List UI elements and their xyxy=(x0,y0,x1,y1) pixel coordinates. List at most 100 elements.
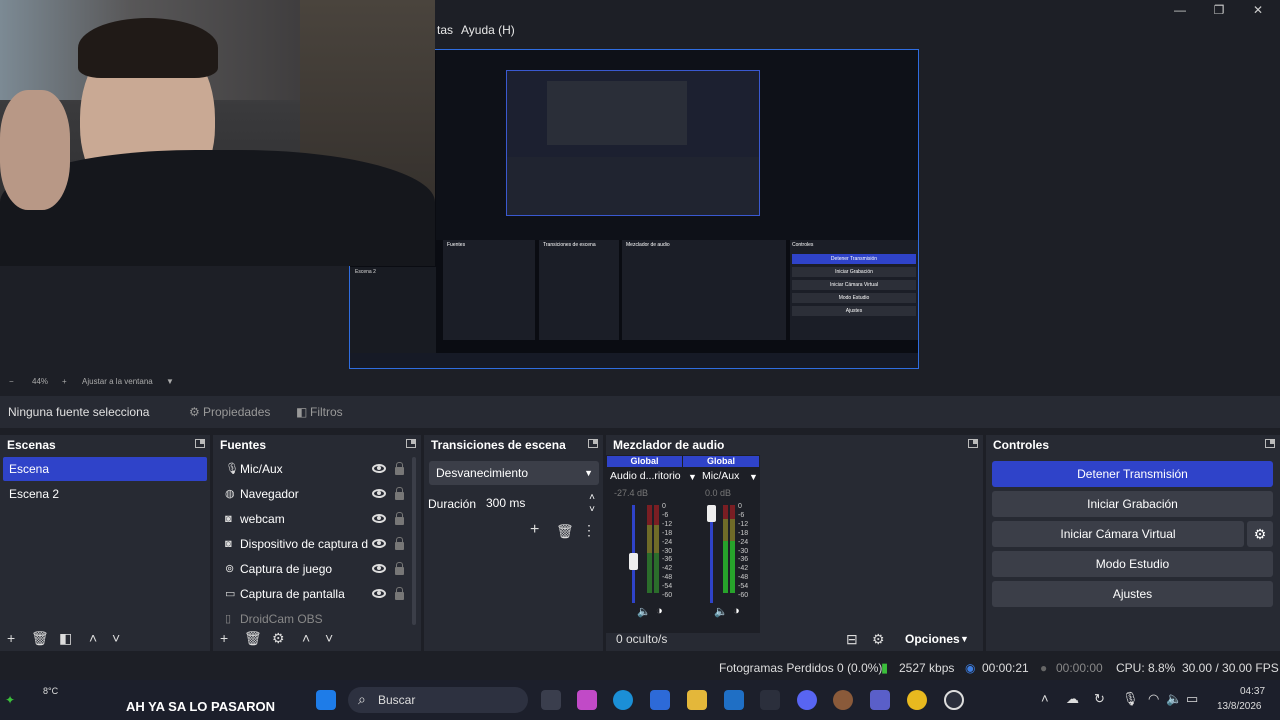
lock-icon[interactable] xyxy=(395,537,404,550)
chevron-down-icon[interactable]: ˅ xyxy=(589,498,595,522)
trash-icon[interactable]: 🗑 xyxy=(31,631,49,645)
start-recording-button[interactable]: Iniciar Grabación xyxy=(992,491,1273,517)
undock-icon[interactable] xyxy=(588,439,598,448)
scrollbar[interactable] xyxy=(412,457,416,625)
copilot-icon[interactable] xyxy=(577,690,597,710)
add-icon[interactable]: + xyxy=(220,631,228,645)
chevron-down-icon[interactable]: ▼ xyxy=(749,472,758,482)
outlook-icon[interactable] xyxy=(724,690,744,710)
undock-icon[interactable] xyxy=(1265,439,1275,448)
wifi-icon[interactable]: ◠ xyxy=(1148,691,1159,707)
chevron-up-icon[interactable]: ˄ xyxy=(302,631,310,645)
lock-icon[interactable] xyxy=(395,587,404,600)
chevron-up-icon[interactable]: ˄ xyxy=(89,631,97,645)
news-headline[interactable]: AH YA SA LO PASARON xyxy=(126,699,275,714)
discord-icon[interactable] xyxy=(797,690,817,710)
clock-date[interactable]: 13/8/2026 xyxy=(1217,701,1262,712)
speaker-icon[interactable]: 🔈 xyxy=(637,605,651,618)
teams-icon[interactable] xyxy=(870,690,890,710)
nested-control-button: Iniciar Grabación xyxy=(792,267,916,277)
source-item[interactable]: ▯ DroidCam OBS xyxy=(220,607,410,625)
chevron-down-icon[interactable]: ˅ xyxy=(112,631,120,645)
edge-icon[interactable] xyxy=(613,690,633,710)
channel-name[interactable]: Audio d...ritorio xyxy=(610,470,681,482)
source-item[interactable]: ◙ webcam xyxy=(220,507,410,531)
source-item[interactable]: ◙ Dispositivo de captura d xyxy=(220,532,410,556)
filter-icon[interactable]: ◧ xyxy=(59,631,72,645)
task-view-icon[interactable] xyxy=(541,690,561,710)
source-item[interactable]: 🎙 Mic/Aux xyxy=(220,457,410,481)
volume-slider-handle[interactable] xyxy=(707,505,716,522)
duration-input[interactable]: 300 ms ˄ ˅ xyxy=(481,491,598,515)
eye-icon[interactable] xyxy=(372,564,386,573)
fit-to-window[interactable]: Ajustar a la ventana xyxy=(82,377,153,386)
start-virtual-camera-button[interactable]: Iniciar Cámara Virtual xyxy=(992,521,1244,547)
add-icon[interactable]: + xyxy=(7,631,15,645)
menu-tools[interactable]: tas xyxy=(437,23,453,37)
trash-icon[interactable]: 🗑 xyxy=(556,524,574,538)
mixer-layout-icon[interactable]: ⊟ xyxy=(846,632,858,646)
studio-mode-button[interactable]: Modo Estudio xyxy=(992,551,1273,577)
lock-icon[interactable] xyxy=(395,462,404,475)
properties-button[interactable]: ⚙ Propiedades xyxy=(180,400,274,424)
undock-icon[interactable] xyxy=(406,439,416,448)
chevron-down-icon[interactable]: ▼ xyxy=(166,377,174,386)
minimize-button[interactable]: — xyxy=(1170,2,1190,18)
settings-button[interactable]: Ajustes xyxy=(992,581,1273,607)
lock-icon[interactable] xyxy=(395,562,404,575)
undock-icon[interactable] xyxy=(968,439,978,448)
menu-help[interactable]: Ayuda (H) xyxy=(461,23,515,37)
explorer-icon[interactable] xyxy=(687,690,707,710)
search-box[interactable]: ⌕ Buscar xyxy=(348,687,528,713)
zoom-out-button[interactable]: − xyxy=(9,377,14,386)
mic-icon[interactable]: 🎙 xyxy=(1122,691,1139,707)
game-icon[interactable] xyxy=(833,690,853,710)
scene-item[interactable]: Escena 2 xyxy=(3,482,207,506)
chevron-down-icon[interactable]: ▼ xyxy=(960,634,969,644)
chrome-icon[interactable] xyxy=(907,690,927,710)
close-button[interactable]: ✕ xyxy=(1248,2,1268,18)
chevron-down-icon[interactable]: ▼ xyxy=(688,472,697,482)
add-icon[interactable]: + xyxy=(530,522,539,538)
filters-button[interactable]: ◧ Filtros xyxy=(286,400,356,424)
eye-icon[interactable] xyxy=(372,539,386,548)
headphones-icon[interactable]: ◑ xyxy=(656,605,663,617)
cloud-icon[interactable]: ☁ xyxy=(1066,691,1079,707)
gear-icon[interactable]: ⚙ xyxy=(272,631,285,645)
app-icon[interactable] xyxy=(760,690,780,710)
chevron-up-icon[interactable]: ˄ xyxy=(1041,691,1049,706)
transition-select[interactable]: Desvanecimiento ▼ xyxy=(429,461,599,485)
obs-icon[interactable] xyxy=(944,690,964,710)
store-icon[interactable] xyxy=(650,690,670,710)
eye-icon[interactable] xyxy=(372,514,386,523)
maximize-button[interactable]: ❐ xyxy=(1209,2,1229,18)
stop-streaming-button[interactable]: Detener Transmisión xyxy=(992,461,1273,487)
virtual-camera-settings-button[interactable]: ⚙ xyxy=(1247,521,1273,547)
source-item[interactable]: ⊚ Captura de juego xyxy=(220,557,410,581)
eye-icon[interactable] xyxy=(372,589,386,598)
headphones-icon[interactable]: ◑ xyxy=(733,605,740,617)
trash-icon[interactable]: 🗑 xyxy=(244,631,262,645)
chevron-down-icon[interactable]: ˅ xyxy=(325,631,333,645)
channel-name[interactable]: Mic/Aux xyxy=(702,470,739,482)
more-icon[interactable]: ⋮ xyxy=(582,523,596,537)
speaker-icon[interactable]: 🔈 xyxy=(714,605,728,618)
battery-icon[interactable]: ▭ xyxy=(1186,691,1198,707)
lock-icon[interactable] xyxy=(395,512,404,525)
zoom-in-button[interactable]: + xyxy=(62,377,67,386)
lock-icon[interactable] xyxy=(395,487,404,500)
eye-icon[interactable] xyxy=(372,464,386,473)
undock-icon[interactable] xyxy=(195,439,205,448)
source-item[interactable]: ◍ Navegador xyxy=(220,482,410,506)
gear-icon[interactable]: ⚙ xyxy=(872,632,885,646)
weather-icon[interactable]: ✦ xyxy=(5,693,15,707)
windows-start-icon[interactable] xyxy=(316,690,336,710)
volume-icon[interactable]: 🔈 xyxy=(1166,691,1182,707)
eye-icon[interactable] xyxy=(372,489,386,498)
scene-item[interactable]: Escena xyxy=(3,457,207,481)
clock-time[interactable]: 04:37 xyxy=(1240,686,1265,697)
volume-slider-handle[interactable] xyxy=(629,553,638,570)
source-item[interactable]: ▭ Captura de pantalla xyxy=(220,582,410,606)
options-button[interactable]: Opciones xyxy=(905,632,960,646)
sync-icon[interactable]: ↻ xyxy=(1094,691,1105,707)
